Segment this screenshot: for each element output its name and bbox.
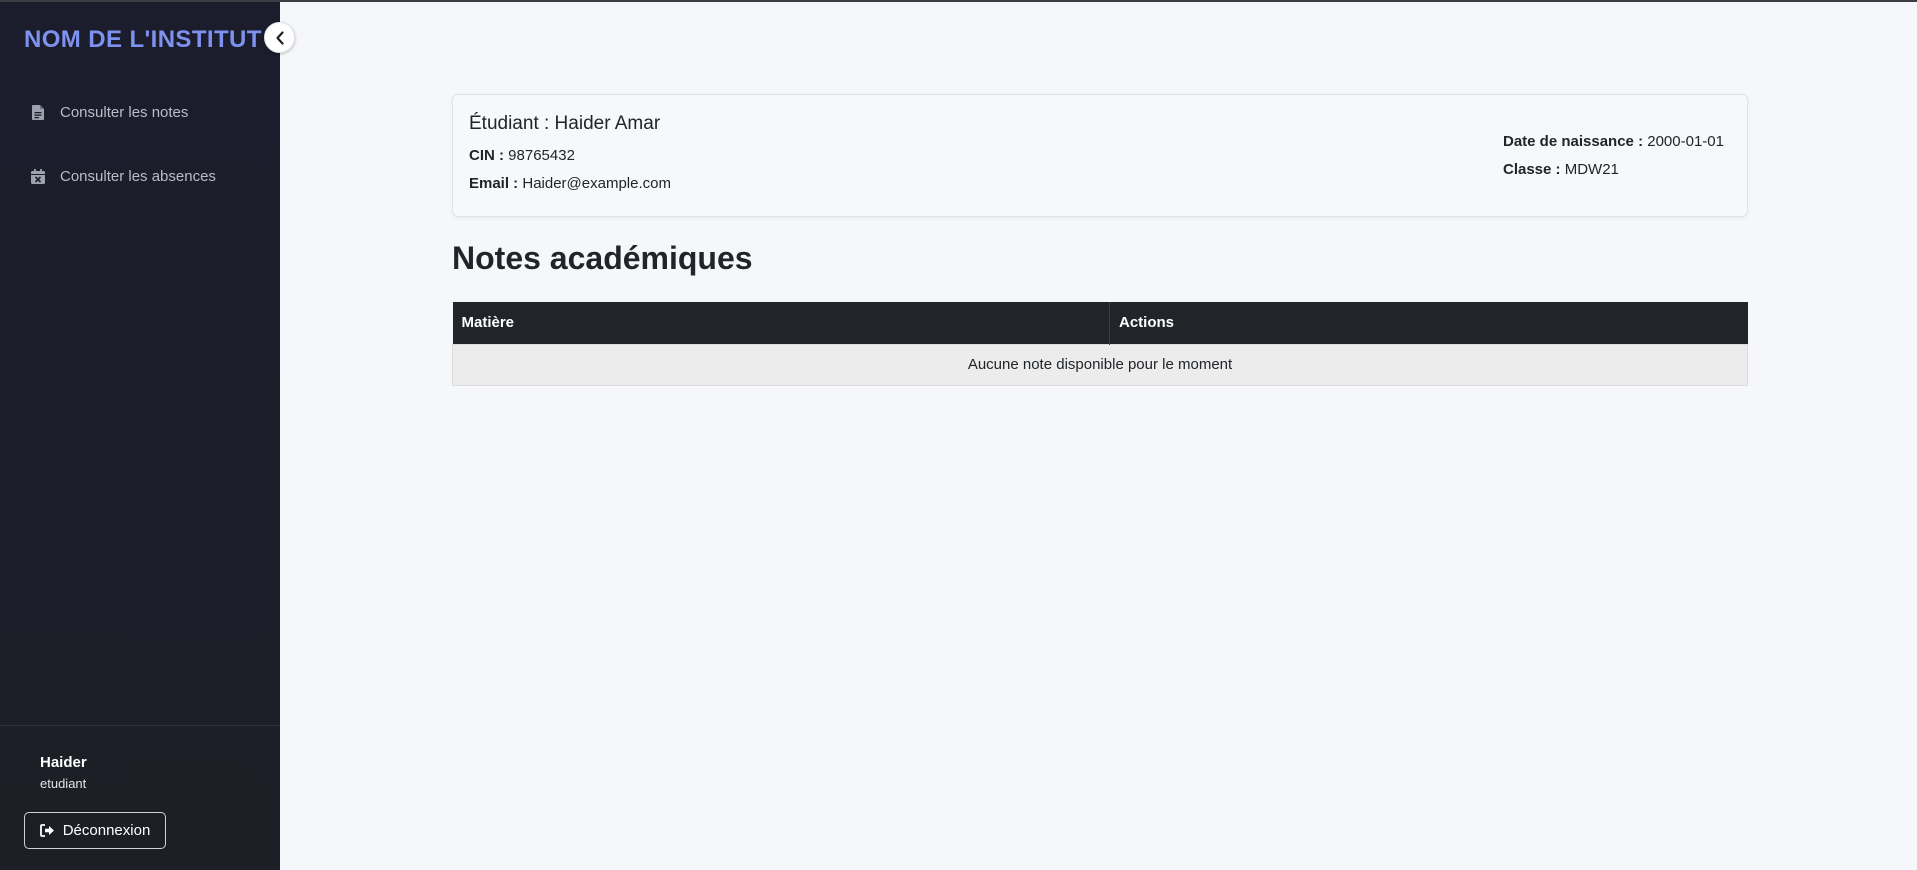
student-info-card: Étudiant : Haider Amar CIN : 98765432 Em… [452, 94, 1748, 217]
table-row: Aucune note disponible pour le moment [452, 343, 1748, 386]
birthdate-label: Date de naissance : [1503, 133, 1644, 150]
sidebar-item-notes[interactable]: Consulter les notes [0, 92, 280, 132]
class-value: MDW21 [1564, 161, 1619, 178]
sidebar-collapse-button[interactable] [264, 22, 295, 53]
sidebar-item-label: Consulter les notes [60, 103, 189, 121]
file-text-icon [30, 104, 46, 120]
sidebar-nav: Consulter les notes Consulter les absenc… [0, 92, 280, 196]
logout-button[interactable]: Déconnexion [24, 812, 166, 849]
sign-out-icon [39, 824, 55, 837]
user-name: Haider [40, 754, 87, 771]
email-value: Haider@example.com [522, 175, 671, 192]
sidebar-item-absences[interactable]: Consulter les absences [0, 156, 280, 196]
logout-label: Déconnexion [62, 822, 151, 839]
main-content: Étudiant : Haider Amar CIN : 98765432 Em… [280, 2, 1917, 870]
student-email: Email : Haider@example.com [469, 175, 671, 192]
class-label: Classe : [1503, 161, 1561, 178]
cin-value: 98765432 [508, 147, 575, 164]
sidebar: NOM DE L'INSTITUT Consulter les notes Co… [0, 2, 280, 870]
calendar-x-icon [30, 168, 46, 184]
sidebar-item-label: Consulter les absences [60, 167, 216, 185]
brand-title: NOM DE L'INSTITUT [24, 26, 262, 53]
email-label: Email : [469, 175, 519, 192]
table-header-row: Matière Actions [452, 302, 1748, 344]
birthdate-value: 2000-01-01 [1647, 133, 1724, 150]
page-title: Notes académiques [452, 240, 753, 276]
student-name: Étudiant : Haider Amar [469, 113, 661, 134]
empty-state-message: Aucune note disponible pour le moment [452, 343, 1748, 386]
chevron-left-icon [275, 30, 285, 45]
notes-table: Matière Actions Aucune note disponible p… [452, 302, 1748, 386]
student-birthdate: Date de naissance : 2000-01-01 [1503, 133, 1724, 150]
cin-label: CIN : [469, 147, 504, 164]
user-role: etudiant [40, 776, 87, 791]
student-class: Classe : MDW21 [1503, 161, 1619, 178]
student-cin: CIN : 98765432 [469, 147, 575, 164]
column-header-actions: Actions [1109, 302, 1748, 344]
column-header-subject: Matière [452, 302, 1110, 344]
sidebar-user-panel: Haider etudiant Déconnexion [0, 725, 280, 870]
